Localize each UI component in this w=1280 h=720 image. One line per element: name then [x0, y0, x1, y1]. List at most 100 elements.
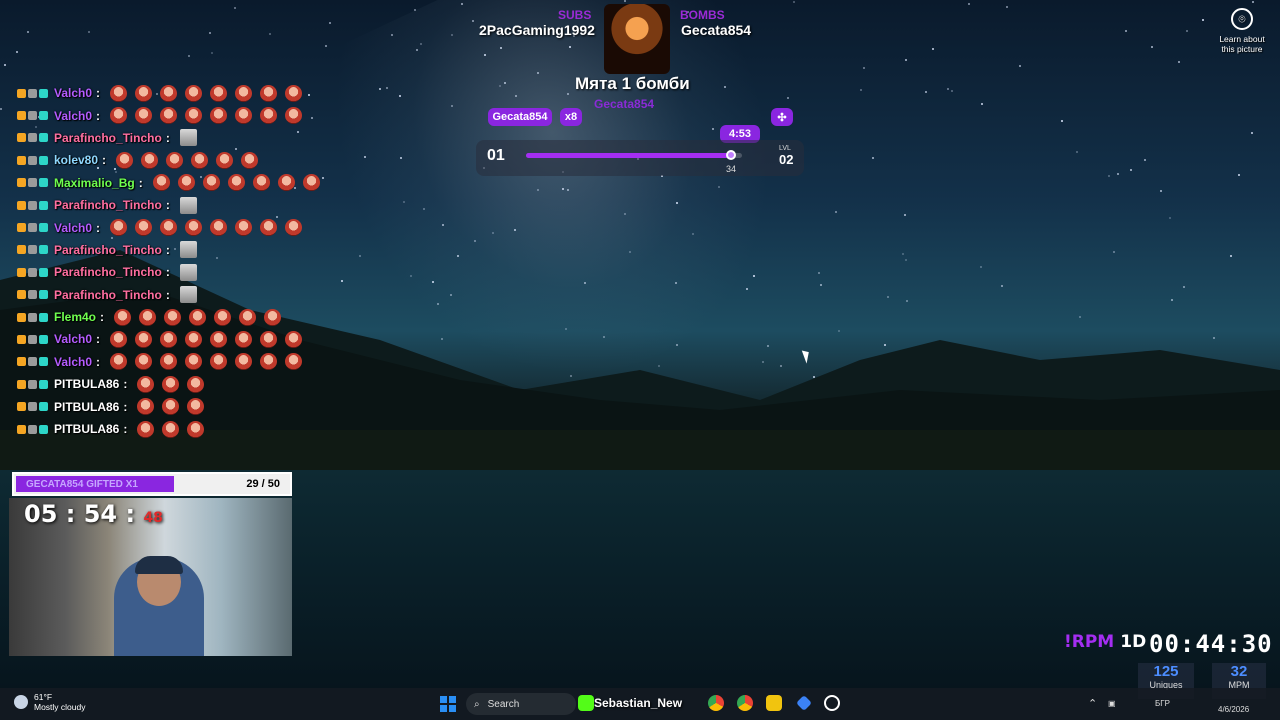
app-icon[interactable] — [766, 695, 782, 711]
star — [390, 33, 393, 36]
chat-badge-icon — [17, 424, 26, 434]
chat-emote-icon — [179, 241, 197, 259]
weather-temperature: 61°F — [34, 692, 53, 702]
overlay-clock: 00:44:30 — [1149, 630, 1273, 658]
progress-panel — [476, 140, 804, 176]
star — [568, 45, 571, 48]
star — [862, 66, 865, 69]
chat-emote-icon — [235, 219, 253, 237]
chat-username[interactable]: Valch0 — [54, 109, 92, 123]
level-right: 02 — [779, 152, 794, 167]
chat-emote-icon — [202, 174, 220, 192]
chat-username[interactable]: Parafincho_Tincho — [54, 243, 162, 257]
chat-emote-icon — [137, 375, 155, 393]
chat-badge-icon — [39, 245, 48, 255]
chat-username[interactable]: Parafincho_Tincho — [54, 198, 162, 212]
chat-badge-icon — [17, 111, 26, 121]
media-player-icon[interactable] — [824, 695, 840, 711]
chat-emote-icon — [210, 330, 228, 348]
chat-badge-icon — [28, 267, 37, 277]
star — [398, 94, 401, 97]
network-icon[interactable]: ▣ — [1108, 699, 1116, 708]
chat-username[interactable]: Valch0 — [54, 332, 92, 346]
chat-line: Valch0: — [17, 328, 337, 350]
chat-username[interactable]: Valch0 — [54, 86, 92, 100]
chat-emote-icon — [260, 330, 278, 348]
chat-emote-icon — [235, 353, 253, 371]
chevron-up-icon[interactable]: ⌃ — [1088, 697, 1097, 710]
star — [981, 102, 984, 105]
star — [712, 127, 715, 130]
chat-emote-icon — [264, 308, 282, 326]
star — [903, 214, 906, 217]
chat-username[interactable]: Valch0 — [54, 355, 92, 369]
chat-username[interactable]: PITBULA86 — [54, 422, 119, 436]
star — [567, 92, 570, 95]
weather-widget[interactable]: 61°F Mostly cloudy — [14, 692, 86, 712]
chat-username[interactable]: Maximalio_Bg — [54, 176, 135, 190]
chat-username[interactable]: kolev80 — [54, 153, 98, 167]
chat-badge-icon — [17, 88, 26, 98]
star — [536, 188, 539, 191]
chat-badge-icon — [28, 155, 37, 165]
chat-emote-icon — [285, 107, 303, 125]
star — [924, 91, 927, 94]
chat-emote-icon — [235, 84, 253, 102]
taskbar-search[interactable]: ⌕ Search — [466, 693, 576, 715]
star — [422, 207, 425, 210]
chat-emote-icon — [116, 151, 134, 169]
cloud-icon — [14, 695, 28, 709]
rpm-overlay: !RPM 1D — [1064, 632, 1146, 652]
chat-badge-icon — [39, 290, 48, 300]
chat-badge-icon — [17, 200, 26, 210]
chat-badge-icon — [28, 245, 37, 255]
chat-username[interactable]: Parafincho_Tincho — [54, 131, 162, 145]
star — [1169, 216, 1172, 219]
start-button[interactable] — [440, 696, 456, 712]
chat-username[interactable]: Parafincho_Tincho — [54, 288, 162, 302]
chat-badge-icon — [17, 312, 26, 322]
chrome-icon[interactable] — [708, 695, 724, 711]
star — [328, 21, 331, 24]
chat-separator: : — [165, 242, 170, 257]
chat-emote-icon — [110, 107, 128, 125]
chat-separator: : — [96, 354, 101, 369]
timer-seconds: 48 — [143, 510, 163, 526]
star — [947, 88, 950, 91]
gift-goal-label: GECATA854 GIFTED X1 — [26, 479, 138, 490]
chat-username[interactable]: Valch0 — [54, 221, 92, 235]
star — [717, 186, 720, 189]
chat-badge-icon — [28, 178, 37, 188]
star — [1185, 30, 1188, 33]
star — [536, 71, 539, 74]
chat-emote-icon — [141, 151, 159, 169]
chat-username[interactable]: Parafincho_Tincho — [54, 265, 162, 279]
chat-emote-icon — [162, 398, 180, 416]
chat-emote-icon — [214, 308, 232, 326]
chat-emote-icon — [177, 174, 195, 192]
chrome-icon-2[interactable] — [737, 695, 753, 711]
kick-app-icon[interactable] — [578, 695, 594, 711]
uniques-value: 125 — [1153, 663, 1179, 680]
chat-username[interactable]: Flem4o — [54, 310, 96, 324]
chat-line: Parafincho_Tincho: — [17, 239, 337, 261]
level-progress-bar — [526, 153, 742, 158]
star — [1251, 131, 1254, 134]
streamer-cap — [135, 556, 183, 574]
date-display[interactable]: 4/6/2026 — [1218, 705, 1249, 714]
chat-badge-icon — [39, 267, 48, 277]
star — [1076, 150, 1079, 153]
chat-emote-icon — [135, 107, 153, 125]
language-indicator[interactable]: БГР — [1155, 699, 1170, 708]
search-icon: ⌕ — [474, 698, 480, 710]
chat-line: Valch0: — [17, 104, 337, 126]
chat-emote-icon — [110, 219, 128, 237]
star — [499, 47, 502, 50]
star — [414, 9, 417, 12]
chat-emote-icon — [187, 398, 205, 416]
learn-about-picture[interactable]: ⌾ Learn about this picture — [1215, 8, 1269, 54]
chat-username[interactable]: PITBULA86 — [54, 377, 119, 391]
chat-username[interactable]: PITBULA86 — [54, 400, 119, 414]
chat-badge-icon — [39, 88, 48, 98]
star — [385, 86, 388, 89]
